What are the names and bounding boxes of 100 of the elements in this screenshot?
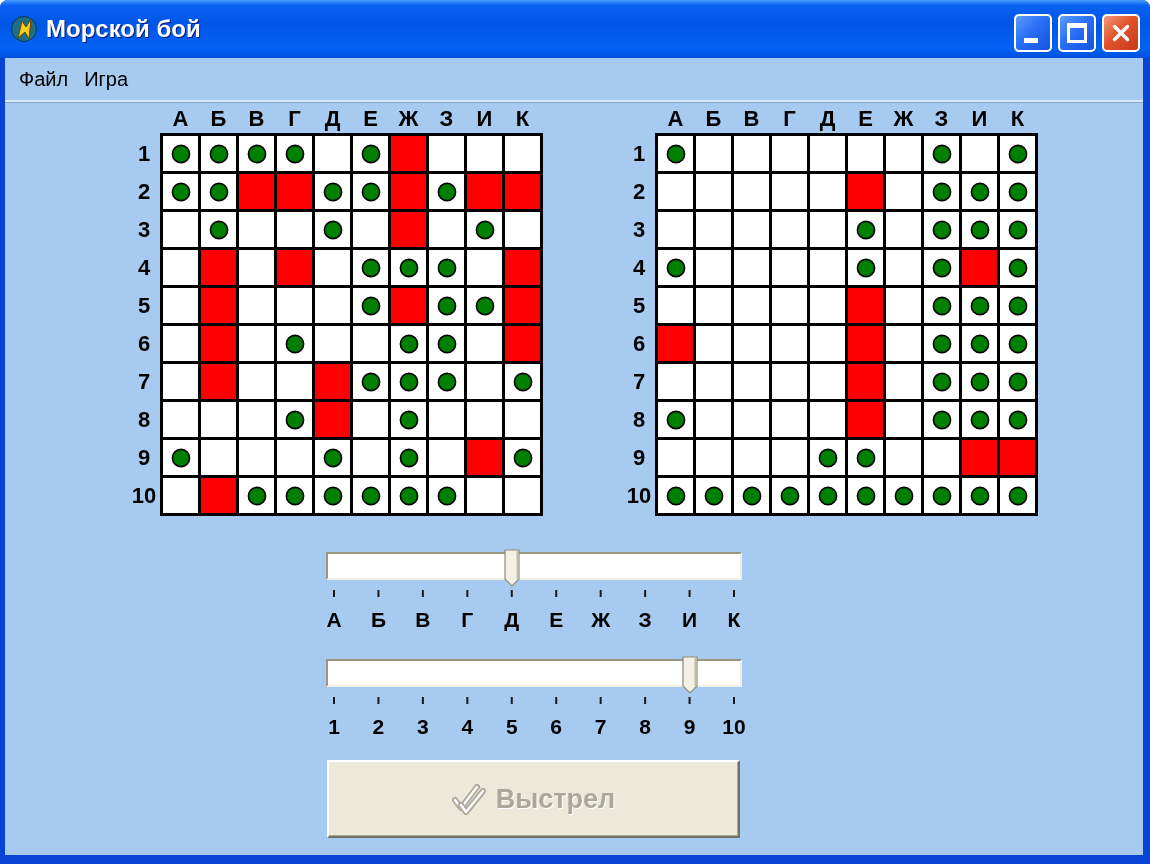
board-cell: [848, 288, 883, 323]
board-cell: [696, 402, 731, 437]
board-cell: [277, 440, 312, 475]
board-cell: [429, 212, 464, 247]
board-cell: [658, 326, 693, 361]
dot-icon: [931, 143, 952, 164]
board-cell: [163, 478, 198, 513]
board-cell: [810, 174, 845, 209]
board-cell: [848, 326, 883, 361]
dot-icon: [855, 219, 876, 240]
dot-icon: [436, 485, 457, 506]
menu-item[interactable]: Файл: [11, 65, 77, 93]
row-label: 3: [632, 218, 646, 241]
board-cell: [353, 212, 388, 247]
dot-icon: [931, 371, 952, 392]
board-cell: [886, 326, 921, 361]
dot-icon: [208, 143, 229, 164]
row-label: 1: [137, 142, 151, 165]
column-label: Г: [783, 107, 796, 130]
board-cell: [810, 136, 845, 171]
dot-icon: [436, 257, 457, 278]
row-label: 10: [131, 484, 157, 507]
board-cell: [848, 402, 883, 437]
board-cell: [315, 250, 350, 285]
minimize-button[interactable]: [1014, 14, 1052, 52]
dot-icon: [703, 485, 724, 506]
board-cell: [239, 250, 274, 285]
row-label: 9: [632, 446, 646, 469]
tick-label: К: [727, 608, 741, 632]
column-label: З: [439, 107, 454, 130]
board-cell: [505, 174, 540, 209]
row-label: 5: [137, 294, 151, 317]
board-cell: [201, 288, 236, 323]
board-cell: [696, 326, 731, 361]
board-cell: [201, 440, 236, 475]
board-cell: [277, 174, 312, 209]
board-cell: [810, 402, 845, 437]
row-label: 6: [137, 332, 151, 355]
maximize-button[interactable]: [1058, 14, 1096, 52]
board-cell: [429, 402, 464, 437]
board-cell: [239, 326, 274, 361]
slider-thumb[interactable]: [681, 656, 698, 694]
board-cell: [772, 402, 807, 437]
board-cell: [658, 174, 693, 209]
dot-icon: [665, 409, 686, 430]
board-cell: [734, 326, 769, 361]
board-cell: [277, 250, 312, 285]
close-button[interactable]: [1102, 14, 1140, 52]
dot-icon: [474, 219, 495, 240]
dot-icon: [512, 371, 533, 392]
column-label: И: [971, 107, 988, 130]
board-cell: [163, 288, 198, 323]
dot-icon: [398, 409, 419, 430]
menu-item[interactable]: Игра: [76, 65, 137, 93]
board-cell: [734, 402, 769, 437]
board-cell: [772, 326, 807, 361]
board-cell: [772, 440, 807, 475]
dot-icon: [931, 485, 952, 506]
column-label: В: [248, 107, 265, 130]
board-cell: [239, 440, 274, 475]
tick-label: В: [415, 608, 431, 632]
dot-icon: [855, 257, 876, 278]
dot-icon: [1007, 295, 1028, 316]
dot-icon: [969, 333, 990, 354]
board-cell: [734, 250, 769, 285]
board-cell: [163, 364, 198, 399]
dot-icon: [170, 143, 191, 164]
tick-label: Д: [504, 608, 520, 632]
board-cell: [239, 402, 274, 437]
dot-icon: [360, 371, 381, 392]
board-cell: [1000, 440, 1035, 475]
board-cell: [505, 212, 540, 247]
board-cell: [886, 212, 921, 247]
dot-icon: [208, 219, 229, 240]
board-cell: [962, 136, 997, 171]
board-cell: [962, 440, 997, 475]
dot-icon: [322, 181, 343, 202]
column-label: А: [172, 107, 189, 130]
slider-thumb[interactable]: [503, 549, 520, 587]
dot-icon: [969, 181, 990, 202]
board-cell: [810, 326, 845, 361]
board-cell: [886, 136, 921, 171]
board-cell: [163, 250, 198, 285]
row-label: 8: [632, 408, 646, 431]
board-cell: [429, 440, 464, 475]
board-cell: [848, 364, 883, 399]
board-cell: [277, 364, 312, 399]
tick-label: А: [326, 608, 342, 632]
row-label: 4: [632, 256, 646, 279]
dot-icon: [436, 333, 457, 354]
row-label: 7: [137, 370, 151, 393]
tick-label: 1: [328, 715, 340, 739]
board-cell: [658, 364, 693, 399]
board-cell: [201, 402, 236, 437]
board-cell: [696, 250, 731, 285]
column-label: В: [743, 107, 760, 130]
column-label: К: [515, 107, 530, 130]
dot-icon: [208, 181, 229, 202]
board-cell: [239, 364, 274, 399]
board-cell: [772, 136, 807, 171]
